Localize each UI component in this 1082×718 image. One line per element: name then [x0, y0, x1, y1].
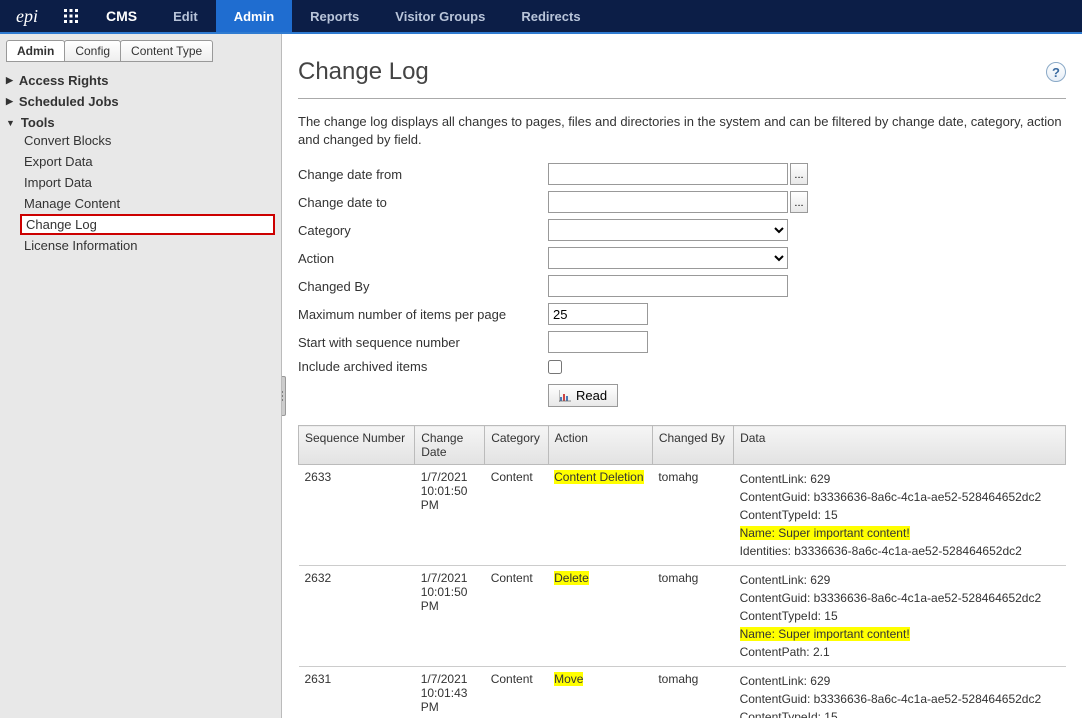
chart-icon — [559, 390, 571, 402]
input-date-to[interactable] — [548, 191, 788, 213]
nav-edit[interactable]: Edit — [155, 0, 216, 32]
logo: epi — [0, 0, 54, 32]
table-row: 26311/7/2021 10:01:43 PMContentMovetomah… — [299, 667, 1066, 718]
cell-seq: 2633 — [299, 465, 415, 566]
label-category: Category — [298, 223, 548, 238]
cell-category: Content — [485, 566, 548, 667]
cell-changed-by: tomahg — [652, 566, 733, 667]
checkbox-include-archived[interactable] — [548, 360, 562, 374]
tree-convert-blocks[interactable]: Convert Blocks — [20, 130, 275, 151]
cell-date: 1/7/2021 10:01:43 PM — [415, 667, 485, 718]
input-date-from[interactable] — [548, 163, 788, 185]
cell-changed-by: tomahg — [652, 667, 733, 718]
tree-manage-content[interactable]: Manage Content — [20, 193, 275, 214]
cell-action: Move — [548, 667, 652, 718]
input-max-items[interactable] — [548, 303, 648, 325]
label-action: Action — [298, 251, 548, 266]
cell-data: ContentLink: 629ContentGuid: b3336636-8a… — [734, 465, 1066, 566]
cell-action: Delete — [548, 566, 652, 667]
cell-seq: 2632 — [299, 566, 415, 667]
label-max-items: Maximum number of items per page — [298, 307, 548, 322]
btn-date-from-picker[interactable]: ... — [790, 163, 808, 185]
th-changed-by[interactable]: Changed By — [652, 426, 733, 465]
select-action[interactable] — [548, 247, 788, 269]
tree-tools[interactable]: Tools — [6, 115, 275, 130]
tree-access-rights[interactable]: Access Rights — [6, 73, 275, 88]
cell-date: 1/7/2021 10:01:50 PM — [415, 465, 485, 566]
read-button[interactable]: Read — [548, 384, 618, 407]
nav-admin[interactable]: Admin — [216, 0, 292, 32]
app-grid-icon[interactable] — [54, 0, 88, 32]
help-icon[interactable]: ? — [1046, 62, 1066, 82]
tree-import-data[interactable]: Import Data — [20, 172, 275, 193]
tree-license-info[interactable]: License Information — [20, 235, 275, 256]
cell-category: Content — [485, 667, 548, 718]
input-changed-by[interactable] — [548, 275, 788, 297]
cell-action: Content Deletion — [548, 465, 652, 566]
th-date[interactable]: Change Date — [415, 426, 485, 465]
nav-redirects[interactable]: Redirects — [503, 0, 598, 32]
tab-content-type[interactable]: Content Type — [120, 40, 213, 62]
cell-data: ContentLink: 629ContentGuid: b3336636-8a… — [734, 667, 1066, 718]
sidebar-drag-handle[interactable] — [282, 376, 286, 416]
tree-export-data[interactable]: Export Data — [20, 151, 275, 172]
th-seq[interactable]: Sequence Number — [299, 426, 415, 465]
select-category[interactable] — [548, 219, 788, 241]
nav-reports[interactable]: Reports — [292, 0, 377, 32]
btn-date-to-picker[interactable]: ... — [790, 191, 808, 213]
sidebar: Admin Config Content Type Access Rights … — [0, 34, 282, 718]
tree-change-log[interactable]: Change Log — [20, 214, 275, 235]
label-include-archived: Include archived items — [298, 359, 548, 374]
cell-category: Content — [485, 465, 548, 566]
product-label: CMS — [88, 0, 155, 32]
table-row: 26331/7/2021 10:01:50 PMContentContent D… — [299, 465, 1066, 566]
page-description: The change log displays all changes to p… — [298, 113, 1066, 149]
th-category[interactable]: Category — [485, 426, 548, 465]
cell-changed-by: tomahg — [652, 465, 733, 566]
results-table: Sequence Number Change Date Category Act… — [298, 425, 1066, 718]
cell-seq: 2631 — [299, 667, 415, 718]
tab-config[interactable]: Config — [64, 40, 121, 62]
label-changed-by: Changed By — [298, 279, 548, 294]
tree-scheduled-jobs[interactable]: Scheduled Jobs — [6, 94, 275, 109]
label-date-from: Change date from — [298, 167, 548, 182]
cell-date: 1/7/2021 10:01:50 PM — [415, 566, 485, 667]
page-title: Change Log — [298, 58, 429, 86]
nav-visitor-groups[interactable]: Visitor Groups — [377, 0, 503, 32]
label-date-to: Change date to — [298, 195, 548, 210]
label-start-seq: Start with sequence number — [298, 335, 548, 350]
th-action[interactable]: Action — [548, 426, 652, 465]
cell-data: ContentLink: 629ContentGuid: b3336636-8a… — [734, 566, 1066, 667]
content-area: Change Log ? The change log displays all… — [282, 34, 1082, 718]
table-row: 26321/7/2021 10:01:50 PMContentDeletetom… — [299, 566, 1066, 667]
input-start-seq[interactable] — [548, 331, 648, 353]
sidebar-tabs: Admin Config Content Type — [6, 40, 275, 62]
top-bar: epi CMS Edit Admin Reports Visitor Group… — [0, 0, 1082, 34]
tab-admin[interactable]: Admin — [6, 40, 65, 62]
th-data[interactable]: Data — [734, 426, 1066, 465]
